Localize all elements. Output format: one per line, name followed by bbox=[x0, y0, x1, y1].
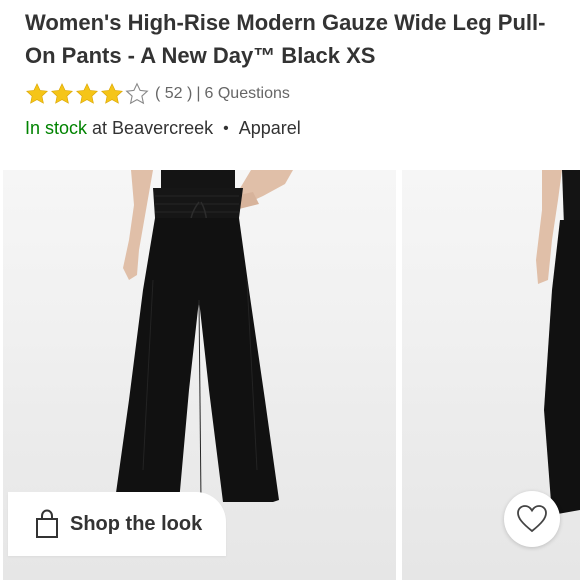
star-filled-icon bbox=[25, 82, 49, 106]
star-empty-icon bbox=[125, 82, 149, 106]
shop-the-look-button[interactable]: Shop the look bbox=[8, 492, 227, 556]
bullet-separator: • bbox=[223, 119, 229, 137]
availability-row: In stock at Beavercreek • Apparel bbox=[25, 118, 301, 139]
star-rating[interactable] bbox=[25, 82, 149, 106]
stock-status: In stock bbox=[25, 118, 88, 138]
shop-the-look-label: Shop the look bbox=[70, 512, 203, 535]
store-name-link[interactable]: Beavercreek bbox=[112, 118, 213, 139]
shopping-bag-icon bbox=[36, 509, 58, 538]
star-filled-icon bbox=[100, 82, 124, 106]
heart-icon bbox=[517, 505, 547, 533]
favorite-button[interactable] bbox=[504, 491, 560, 547]
star-filled-icon bbox=[75, 82, 99, 106]
star-filled-icon bbox=[50, 82, 74, 106]
rating-row[interactable]: ( 52 ) | 6 Questions bbox=[25, 82, 290, 106]
review-count-link[interactable]: ( 52 ) bbox=[155, 85, 192, 103]
stock-at-text: at bbox=[92, 118, 108, 138]
department-link[interactable]: Apparel bbox=[239, 118, 301, 139]
questions-link[interactable]: 6 Questions bbox=[205, 85, 290, 103]
product-title: Women's High-Rise Modern Gauze Wide Leg … bbox=[25, 10, 546, 68]
rating-separator: | bbox=[196, 85, 201, 102]
